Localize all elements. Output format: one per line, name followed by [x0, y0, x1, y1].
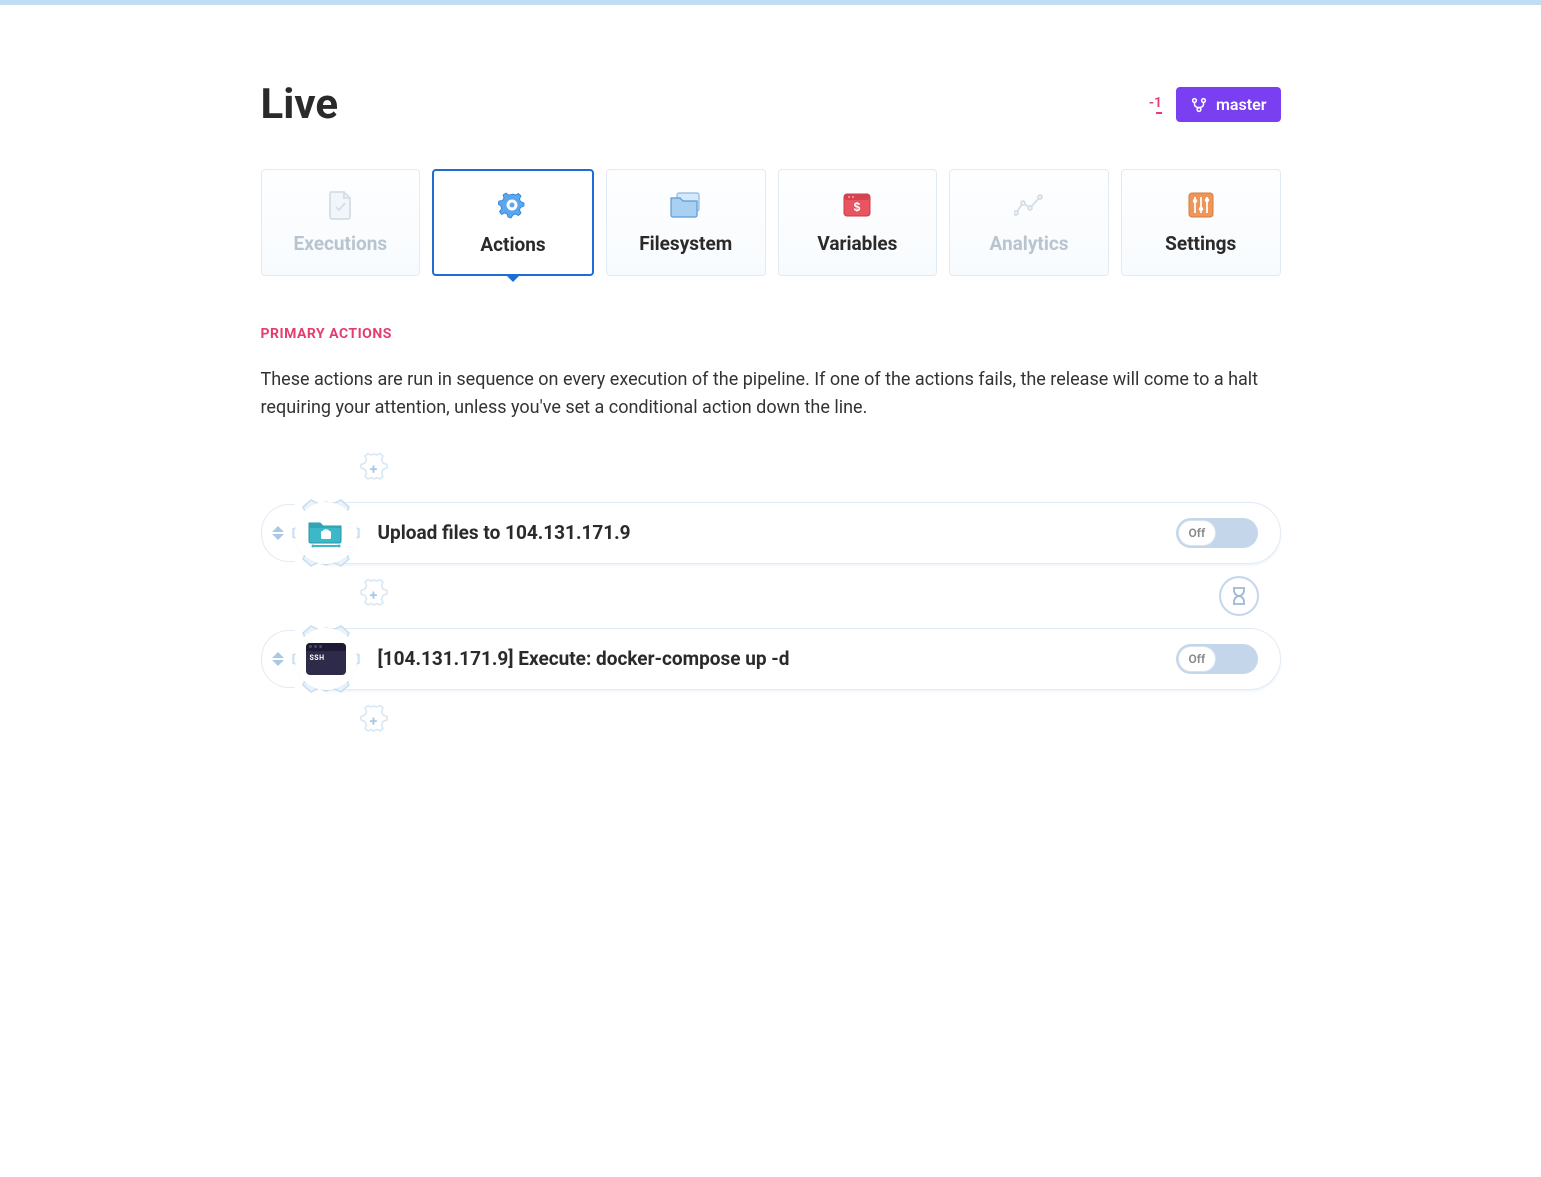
ssh-terminal-icon: SSH — [306, 643, 346, 675]
page-title: Live — [261, 80, 339, 129]
add-action-bottom[interactable]: + — [261, 704, 1281, 740]
diff-indicator[interactable]: -1 — [1149, 96, 1162, 114]
tab-label: Actions — [444, 233, 582, 256]
action-title: Upload files to 104.131.171.9 — [378, 521, 631, 544]
chart-icon — [960, 190, 1098, 220]
wait-indicator[interactable] — [1219, 576, 1259, 616]
branch-badge[interactable]: master — [1176, 87, 1280, 122]
action-gear[interactable]: SSH — [281, 614, 371, 704]
actions-list: + — [261, 452, 1281, 740]
add-action-top[interactable]: + — [261, 452, 1281, 488]
plus-icon: + — [370, 588, 378, 604]
tab-label: Variables — [789, 232, 927, 255]
tab-label: Settings — [1132, 232, 1270, 255]
document-check-icon — [272, 190, 410, 220]
page-header: Live -1 master — [261, 5, 1281, 169]
tab-variables[interactable]: $ Variables — [778, 169, 938, 276]
action-toggle[interactable]: Off — [1176, 644, 1258, 674]
folder-icon — [617, 190, 755, 220]
section-heading: PRIMARY ACTIONS — [261, 326, 1281, 342]
gear-icon — [444, 191, 582, 221]
tab-analytics[interactable]: Analytics — [949, 169, 1109, 276]
action-card[interactable]: Upload files to 104.131.171.9 Off — [329, 502, 1281, 564]
section-description: These actions are run in sequence on eve… — [261, 366, 1281, 422]
tabs-nav: Executions Actions Filesystem — [261, 169, 1281, 276]
action-row-upload: Upload files to 104.131.171.9 Off — [261, 488, 1281, 578]
action-toggle[interactable]: Off — [1176, 518, 1258, 548]
add-action-between[interactable]: + — [261, 578, 1281, 614]
tab-settings[interactable]: Settings — [1121, 169, 1281, 276]
action-card[interactable]: [104.131.171.9] Execute: docker-compose … — [329, 628, 1281, 690]
action-row-ssh: SSH [104.131.171.9] Execute: docker-comp… — [261, 614, 1281, 704]
diff-count: -1 — [1149, 96, 1162, 110]
action-title: [104.131.171.9] Execute: docker-compose … — [378, 647, 790, 670]
plus-icon: + — [370, 462, 378, 478]
svg-text:$: $ — [854, 200, 861, 214]
ftp-upload-icon — [307, 517, 345, 549]
plus-icon: + — [370, 714, 378, 730]
branch-name: master — [1216, 95, 1266, 114]
action-gear[interactable] — [281, 488, 371, 578]
diff-dash-icon — [1156, 112, 1162, 114]
sliders-icon — [1132, 190, 1270, 220]
hourglass-icon — [1231, 586, 1247, 606]
toggle-label: Off — [1178, 520, 1217, 546]
branch-icon — [1190, 96, 1208, 114]
tab-label: Executions — [272, 232, 410, 255]
tab-executions[interactable]: Executions — [261, 169, 421, 276]
tab-actions[interactable]: Actions — [432, 169, 594, 276]
header-actions: -1 master — [1149, 87, 1281, 122]
toggle-label: Off — [1178, 646, 1217, 672]
dollar-icon: $ — [789, 190, 927, 220]
tab-filesystem[interactable]: Filesystem — [606, 169, 766, 276]
tab-label: Filesystem — [617, 232, 755, 255]
tab-label: Analytics — [960, 232, 1098, 255]
